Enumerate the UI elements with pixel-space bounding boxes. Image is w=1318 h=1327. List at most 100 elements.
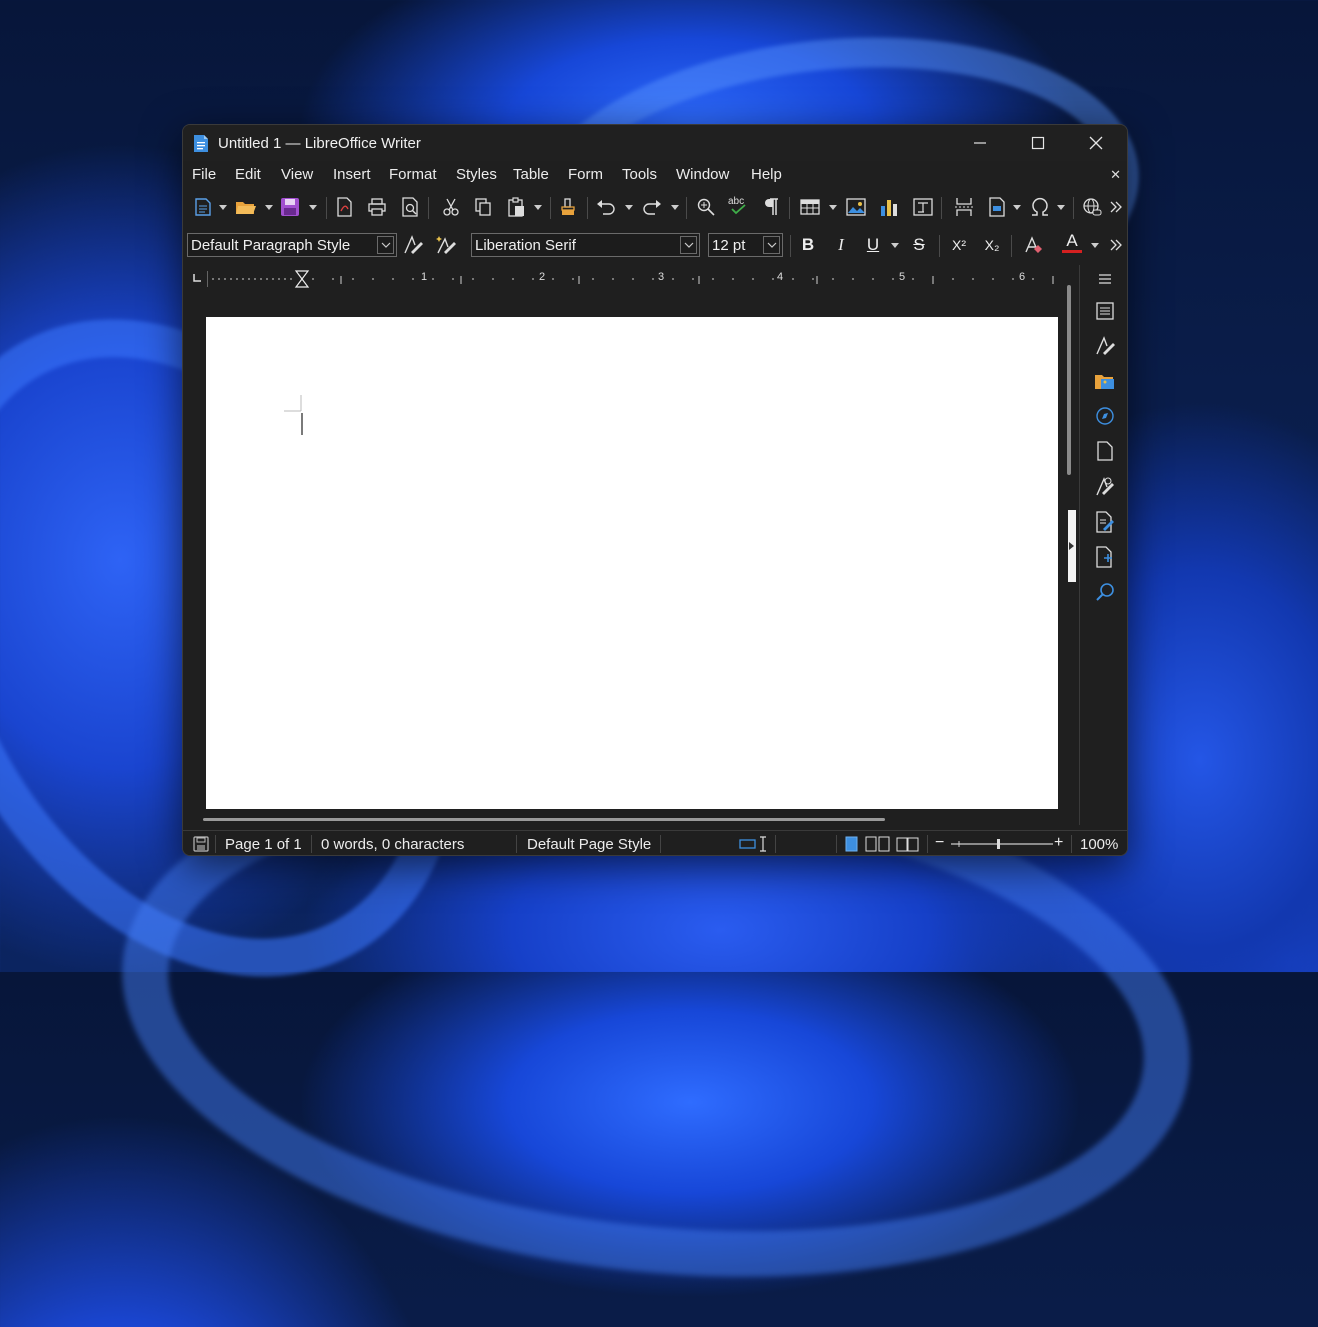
redo-dropdown-button[interactable]: [671, 203, 679, 211]
menu-help[interactable]: Help: [751, 166, 782, 183]
document-page[interactable]: [206, 317, 1058, 809]
zoom-level[interactable]: 100%: [1080, 836, 1118, 853]
strikethrough-button[interactable]: S: [908, 234, 930, 256]
underline-dropdown-button[interactable]: [891, 241, 899, 249]
export-pdf-button[interactable]: [333, 196, 355, 218]
chevron-down-icon: [309, 204, 317, 210]
insert-page-break-button[interactable]: [953, 196, 975, 218]
horizontal-scrollbar[interactable]: [203, 818, 885, 821]
field-dropdown-button[interactable]: [1013, 203, 1021, 211]
document-modified-icon[interactable]: [193, 836, 209, 852]
new-style-button[interactable]: [435, 234, 457, 256]
menu-styles[interactable]: Styles: [456, 166, 497, 183]
subscript-button[interactable]: X₂: [981, 234, 1003, 256]
zoom-slider[interactable]: [949, 835, 1055, 853]
sidebar-design-button[interactable]: [1094, 546, 1116, 568]
paragraph-style-combo[interactable]: Default Paragraph Style: [187, 233, 397, 257]
menu-view[interactable]: View: [281, 166, 313, 183]
menu-window[interactable]: Window: [676, 166, 729, 183]
open-button[interactable]: [235, 196, 257, 218]
font-size-combo[interactable]: 12 pt: [708, 233, 783, 257]
clear-formatting-button[interactable]: [1022, 234, 1044, 256]
update-style-button[interactable]: [402, 234, 424, 256]
menu-edit[interactable]: Edit: [235, 166, 261, 183]
insert-chart-button[interactable]: [878, 196, 900, 218]
copy-button[interactable]: [472, 196, 494, 218]
sidebar-menu-button[interactable]: [1094, 268, 1116, 290]
insert-hyperlink-button[interactable]: [1081, 196, 1103, 218]
bold-button[interactable]: B: [797, 234, 819, 256]
table-dropdown-button[interactable]: [829, 203, 837, 211]
toolbar-separator: [428, 197, 429, 219]
toolbar-overflow-button[interactable]: [1108, 196, 1124, 218]
underline-button[interactable]: U: [862, 234, 884, 256]
print-preview-button[interactable]: [399, 196, 421, 218]
book-view-icon[interactable]: [896, 836, 920, 852]
font-name-dropdown-button[interactable]: [680, 236, 697, 254]
save-dropdown-button[interactable]: [309, 203, 317, 211]
font-name-combo[interactable]: Liberation Serif: [471, 233, 700, 257]
zoom-out-button[interactable]: −: [935, 834, 944, 852]
clone-formatting-button[interactable]: [557, 196, 579, 218]
cut-button[interactable]: [440, 196, 462, 218]
menu-format[interactable]: Format: [389, 166, 437, 183]
sidebar-navigator-button[interactable]: [1094, 405, 1116, 427]
undo-dropdown-button[interactable]: [625, 203, 633, 211]
sidebar-manage-changes-button[interactable]: [1094, 511, 1116, 533]
insert-textbox-button[interactable]: [912, 196, 934, 218]
open-dropdown-button[interactable]: [265, 203, 273, 211]
formatting-overflow-button[interactable]: [1108, 234, 1124, 256]
minimize-icon: [974, 142, 986, 144]
spelling-button[interactable]: abc: [727, 194, 749, 216]
save-button[interactable]: [279, 196, 301, 218]
undo-button[interactable]: [595, 196, 617, 218]
vertical-scrollbar[interactable]: [1067, 285, 1071, 475]
insert-special-character-button[interactable]: [1029, 196, 1051, 218]
sidebar-properties-button[interactable]: [1094, 300, 1116, 322]
menu-insert[interactable]: Insert: [333, 166, 371, 183]
sidebar-collapse-handle[interactable]: [1068, 510, 1076, 582]
font-color-button[interactable]: A: [1061, 232, 1083, 254]
page-style[interactable]: Default Page Style: [527, 836, 651, 853]
multi-page-view-icon[interactable]: [865, 836, 891, 852]
maximize-button[interactable]: [1009, 125, 1067, 161]
sidebar-styles-button[interactable]: [1094, 335, 1116, 357]
tab-stop-selector-icon[interactable]: [192, 273, 202, 283]
new-dropdown-button[interactable]: [219, 203, 227, 211]
single-page-view-icon[interactable]: [845, 836, 859, 852]
open-folder-icon: [236, 202, 256, 214]
horizontal-ruler[interactable]: 1 2 3 4 5 6: [207, 268, 1057, 290]
menu-table[interactable]: Table: [513, 166, 549, 183]
zoom-slider-thumb[interactable]: [997, 839, 1000, 849]
close-button[interactable]: [1067, 125, 1125, 161]
font-color-dropdown-button[interactable]: [1091, 241, 1099, 249]
new-document-button[interactable]: [192, 196, 214, 218]
menu-form[interactable]: Form: [568, 166, 603, 183]
print-button[interactable]: [366, 196, 388, 218]
page-count[interactable]: Page 1 of 1: [225, 836, 302, 853]
redo-button[interactable]: [641, 196, 663, 218]
selection-mode-icon[interactable]: [739, 836, 769, 852]
menu-tools[interactable]: Tools: [622, 166, 657, 183]
menu-file[interactable]: File: [192, 166, 216, 183]
insert-field-button[interactable]: [986, 196, 1008, 218]
font-size-dropdown-button[interactable]: [763, 236, 780, 254]
paragraph-style-dropdown-button[interactable]: [377, 236, 394, 254]
sidebar-style-inspector-button[interactable]: [1094, 476, 1116, 498]
sidebar-gallery-button[interactable]: [1094, 370, 1116, 392]
insert-image-button[interactable]: [845, 196, 867, 218]
special-character-dropdown-button[interactable]: [1057, 203, 1065, 211]
sidebar-find-button[interactable]: [1094, 581, 1116, 603]
find-replace-button[interactable]: [695, 196, 717, 218]
sidebar-page-button[interactable]: [1094, 440, 1116, 462]
insert-table-button[interactable]: [799, 196, 821, 218]
close-document-button[interactable]: ✕: [1110, 167, 1121, 183]
minimize-button[interactable]: [951, 125, 1009, 161]
formatting-marks-button[interactable]: [760, 196, 782, 218]
italic-button[interactable]: I: [830, 234, 852, 256]
superscript-button[interactable]: X²: [948, 234, 970, 256]
word-count[interactable]: 0 words, 0 characters: [321, 836, 464, 853]
paste-dropdown-button[interactable]: [534, 203, 542, 211]
zoom-in-button[interactable]: +: [1054, 834, 1063, 852]
paste-button[interactable]: [505, 196, 527, 218]
